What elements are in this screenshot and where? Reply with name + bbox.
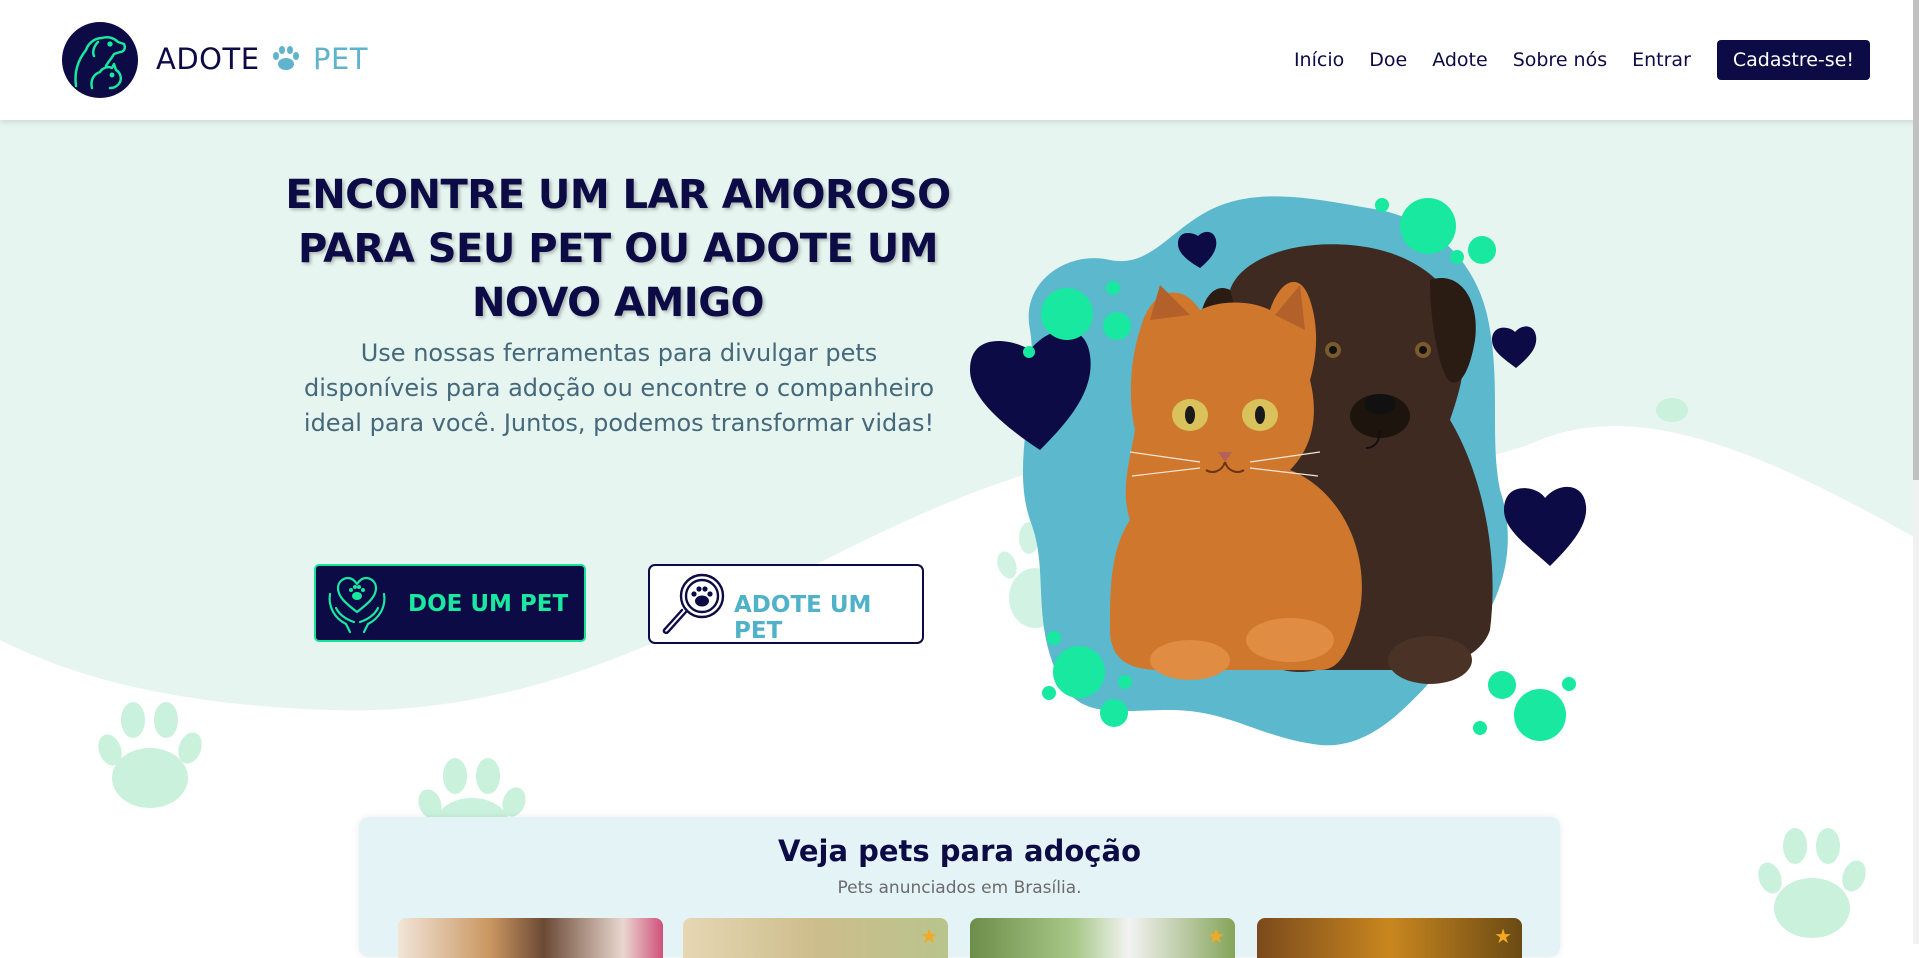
favorite-star-icon[interactable]: ★ — [1494, 924, 1512, 948]
logo-icon[interactable] — [62, 22, 138, 98]
heart-hands-paw-icon — [328, 576, 386, 634]
donate-pet-label: DOE UM PET — [408, 591, 569, 617]
nav-link-sobre-nos[interactable]: Sobre nós — [1513, 49, 1607, 71]
adopt-pet-button[interactable]: ADOTE UM PET — [648, 564, 924, 644]
nav-link-adote[interactable]: Adote — [1432, 49, 1488, 71]
dog-cat-logo-icon — [74, 35, 127, 90]
pet-card[interactable] — [398, 918, 663, 958]
donate-pet-button[interactable]: DOE UM PET — [314, 564, 586, 642]
scrollbar-thumb[interactable] — [1913, 0, 1919, 480]
hero-subtitle: Use nossas ferramentas para divulgar pet… — [303, 339, 935, 437]
hero-pets-illustration — [970, 196, 1587, 746]
hero-title: ENCONTRE UM LAR AMOROSO PARA SEU PET OU … — [285, 172, 951, 326]
site-header: ADOTE PET Início Doe Adote Sobre nós Ent… — [0, 0, 1919, 120]
pets-section-subtitle: Pets anunciados em Brasília. — [837, 878, 1082, 898]
nav-link-inicio[interactable]: Início — [1294, 49, 1344, 71]
pet-card[interactable]: ★ — [970, 918, 1235, 958]
paw-icon — [271, 42, 311, 76]
pet-card[interactable]: ★ — [683, 918, 948, 958]
favorite-star-icon[interactable]: ★ — [1207, 924, 1225, 948]
paw-print-decoration — [98, 702, 202, 808]
main-nav: Início Doe Adote Sobre nós Entrar Cadast… — [1269, 40, 1870, 80]
pet-card[interactable]: ★ — [1257, 918, 1522, 958]
favorite-star-icon[interactable]: ★ — [920, 924, 938, 948]
paw-print-decoration — [1656, 398, 1688, 422]
signup-button[interactable]: Cadastre-se! — [1716, 40, 1870, 80]
logo-word-adote: ADOTE — [156, 42, 260, 76]
magnifier-paw-icon — [662, 573, 725, 635]
paw-print-decoration — [418, 758, 526, 820]
logo-wordmark[interactable]: ADOTE PET — [156, 42, 368, 76]
nav-link-doe[interactable]: Doe — [1369, 49, 1407, 71]
adopt-pet-label: ADOTE UM PET — [734, 592, 872, 644]
logo-word-pet: PET — [312, 42, 369, 76]
pets-section-title: Veja pets para adoção — [777, 834, 1141, 868]
nav-link-entrar[interactable]: Entrar — [1632, 49, 1691, 71]
